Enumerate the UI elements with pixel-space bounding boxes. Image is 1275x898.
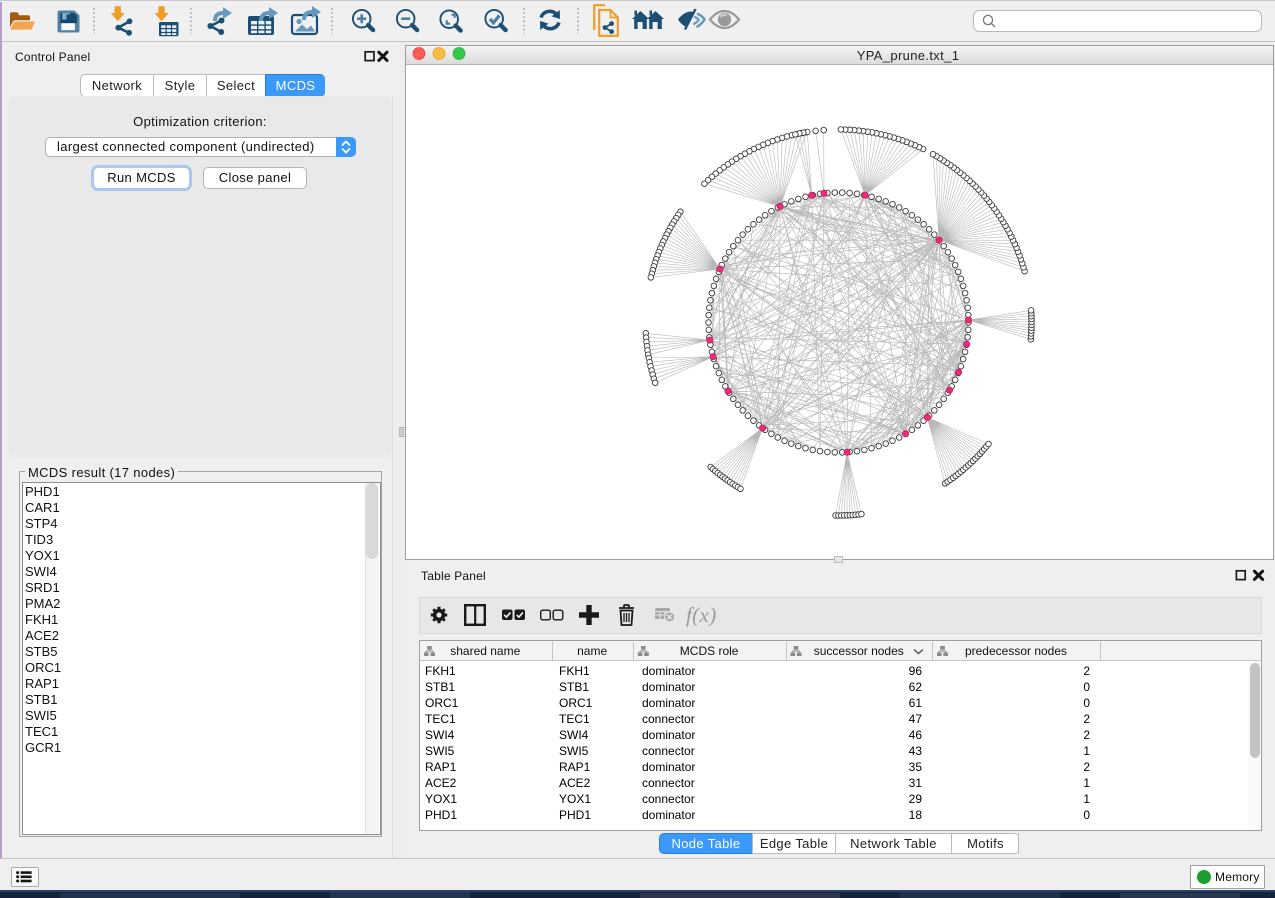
svg-text:f(x): f(x) bbox=[686, 603, 717, 627]
